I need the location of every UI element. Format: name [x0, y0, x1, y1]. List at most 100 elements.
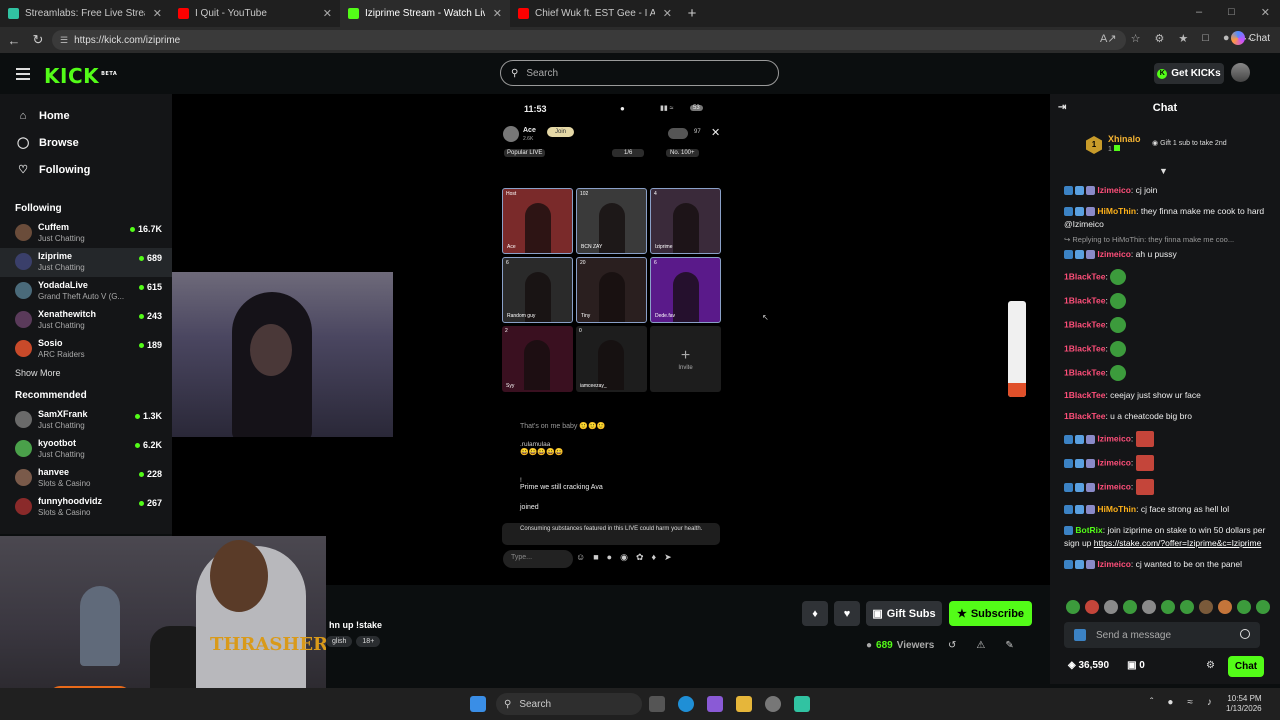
browser-tab[interactable]: Streamlabs: Free Live Streaming & ✕: [0, 0, 170, 27]
browser-tab[interactable]: Iziprime Stream - Watch Live on K ✕: [340, 0, 510, 27]
start-icon[interactable]: [470, 696, 486, 712]
chat-username[interactable]: Izimeico: [1097, 559, 1131, 569]
chat-username[interactable]: Izimeico: [1097, 249, 1131, 259]
edge-icon[interactable]: [678, 696, 694, 712]
share-icon[interactable]: ↺: [948, 640, 956, 651]
close-tab-icon[interactable]: ✕: [493, 7, 502, 20]
emote-icon[interactable]: [1180, 600, 1194, 614]
channel-item[interactable]: funnyhoodvidz Slots & Casino 267: [0, 493, 172, 522]
floating-tool-panel[interactable]: [1008, 301, 1026, 397]
chat-message[interactable]: 1BlackTee:: [1050, 365, 1280, 381]
browser-tab[interactable]: Chief Wuk ft. EST Gee - I Ain't Lyin ✕: [510, 0, 680, 27]
taskbar-search[interactable]: ⚲ Search: [496, 693, 642, 715]
chat-message[interactable]: 1BlackTee:: [1050, 293, 1280, 309]
chat-message[interactable]: 1BlackTee: ceejay just show ur face: [1050, 389, 1280, 402]
chat-message[interactable]: 1BlackTee:: [1050, 269, 1280, 285]
chat-message[interactable]: Izimeico: cj join: [1050, 184, 1280, 197]
emote-icon[interactable]: [1123, 600, 1137, 614]
chat-username[interactable]: Izimeico: [1097, 433, 1131, 443]
subscribe-button[interactable]: ★ Subscribe: [949, 601, 1032, 626]
guest-tile[interactable]: 102 BCN ZAY: [576, 188, 647, 254]
site-info-icon[interactable]: ☰: [60, 35, 68, 46]
emote-icon[interactable]: [1256, 600, 1270, 614]
emote-icon[interactable]: [1199, 600, 1213, 614]
channel-item[interactable]: Iziprime Just Chatting 689: [0, 248, 172, 277]
chevron-up-icon[interactable]: ˆ: [1150, 697, 1153, 708]
profile-icon[interactable]: ●: [1223, 32, 1230, 45]
mic-icon[interactable]: ●: [1167, 697, 1173, 708]
collapse-chat-icon[interactable]: ⇥: [1058, 102, 1066, 113]
chat-username[interactable]: 1BlackTee: [1064, 411, 1105, 421]
share-icon[interactable]: ➤: [664, 552, 672, 563]
chat-message[interactable]: Izimeico:: [1050, 455, 1280, 471]
chat-message[interactable]: BotRix: join iziprime on stake to win 50…: [1050, 524, 1280, 550]
copilot-app-icon[interactable]: [707, 696, 723, 712]
camera-icon[interactable]: ■: [593, 552, 598, 563]
chat-username[interactable]: 1BlackTee: [1064, 295, 1105, 305]
nav-following[interactable]: ♡ Following: [0, 156, 172, 183]
phone-close-icon[interactable]: ✕: [711, 126, 720, 139]
favorite-star-icon[interactable]: ☆: [1131, 32, 1141, 45]
read-aloud-icon[interactable]: A↗: [1100, 32, 1117, 45]
channel-item[interactable]: SamXFrank Just Chatting 1.3K: [0, 406, 172, 435]
notification-bell-button[interactable]: ♦: [802, 601, 828, 626]
smile-icon[interactable]: ☺: [576, 552, 585, 563]
clip-icon[interactable]: ✎: [1005, 640, 1013, 651]
chat-message[interactable]: HiMoThin: cj face strong as hell lol: [1050, 503, 1280, 516]
chat-username[interactable]: 1BlackTee: [1064, 319, 1105, 329]
chat-send-button[interactable]: Chat: [1228, 656, 1264, 677]
chat-username[interactable]: BotRix: [1075, 525, 1102, 535]
invite-tile[interactable]: + Invite: [650, 326, 721, 392]
channel-item[interactable]: kyootbot Just Chatting 6.2K: [0, 435, 172, 464]
emote-picker-icon[interactable]: [1240, 629, 1250, 639]
effects-icon[interactable]: ✿: [636, 552, 644, 563]
reload-icon[interactable]: ↻: [26, 32, 50, 48]
channel-item[interactable]: YodadaLive Grand Theft Auto V (G... 615: [0, 277, 172, 306]
chat-username[interactable]: Izimeico: [1097, 457, 1131, 467]
chat-username[interactable]: 1BlackTee: [1064, 390, 1105, 400]
new-tab-button[interactable]: +: [680, 5, 704, 22]
gift-count[interactable]: ▣ 0: [1127, 660, 1145, 671]
gift-subs-button[interactable]: ▣ Gift Subs: [866, 601, 942, 626]
extensions-icon[interactable]: ⚙: [1154, 32, 1164, 45]
emote-icon[interactable]: [1161, 600, 1175, 614]
expand-icon[interactable]: ▼: [1159, 166, 1168, 176]
tag-mature[interactable]: 18+: [356, 636, 381, 647]
emote-icon[interactable]: [1142, 600, 1156, 614]
follow-heart-button[interactable]: ♥: [834, 601, 860, 626]
chat-message[interactable]: Izimeico: cj wanted to be on the panel: [1050, 558, 1280, 571]
phone-type-input[interactable]: Type...: [503, 550, 573, 568]
chat-message[interactable]: Izimeico:: [1050, 431, 1280, 447]
settings-icon[interactable]: [765, 696, 781, 712]
nav-browse[interactable]: ◯ Browse: [0, 129, 172, 156]
chat-username[interactable]: Izimeico: [1097, 481, 1131, 491]
chat-username[interactable]: HiMoThin: [1097, 504, 1136, 514]
back-icon[interactable]: ←: [2, 33, 26, 48]
channel-item[interactable]: Cuffem Just Chatting 16.7K: [0, 219, 172, 248]
people-icon[interactable]: ◉: [620, 552, 628, 563]
chat-username[interactable]: Izimeico: [1097, 185, 1131, 195]
copilot-button[interactable]: Chat: [1230, 31, 1270, 45]
favorites-icon[interactable]: ★: [1178, 32, 1188, 45]
get-kicks-button[interactable]: K Get KICKs: [1154, 63, 1224, 84]
url-input[interactable]: ☰ https://kick.com/iziprime: [52, 30, 1126, 50]
chat-message[interactable]: Izimeico: ah u pussy: [1050, 248, 1280, 261]
task-view-icon[interactable]: [649, 696, 665, 712]
chat-message[interactable]: 1BlackTee:: [1050, 341, 1280, 357]
emote-icon[interactable]: [1237, 600, 1251, 614]
close-tab-icon[interactable]: ✕: [323, 7, 332, 20]
taskbar-clock[interactable]: 10:54 PM 1/13/2026: [1226, 694, 1262, 714]
tag-language[interactable]: glish: [326, 636, 353, 647]
channel-item[interactable]: hanvee Slots & Casino 228: [0, 464, 172, 493]
gift-icon[interactable]: ♦: [651, 552, 656, 563]
streamlabs-icon[interactable]: [794, 696, 810, 712]
close-tab-icon[interactable]: ✕: [663, 7, 672, 20]
emote-icon[interactable]: [1104, 600, 1118, 614]
guest-tile[interactable]: 20 Tiny: [576, 257, 647, 323]
collections-icon[interactable]: □: [1202, 32, 1209, 45]
chat-username[interactable]: 1BlackTee: [1064, 343, 1105, 353]
chat-username[interactable]: 1BlackTee: [1064, 271, 1105, 281]
minimize-icon[interactable]: –: [1196, 6, 1202, 19]
emote-icon[interactable]: [1066, 600, 1080, 614]
guest-tile[interactable]: 0 iamceezay_: [576, 326, 647, 392]
